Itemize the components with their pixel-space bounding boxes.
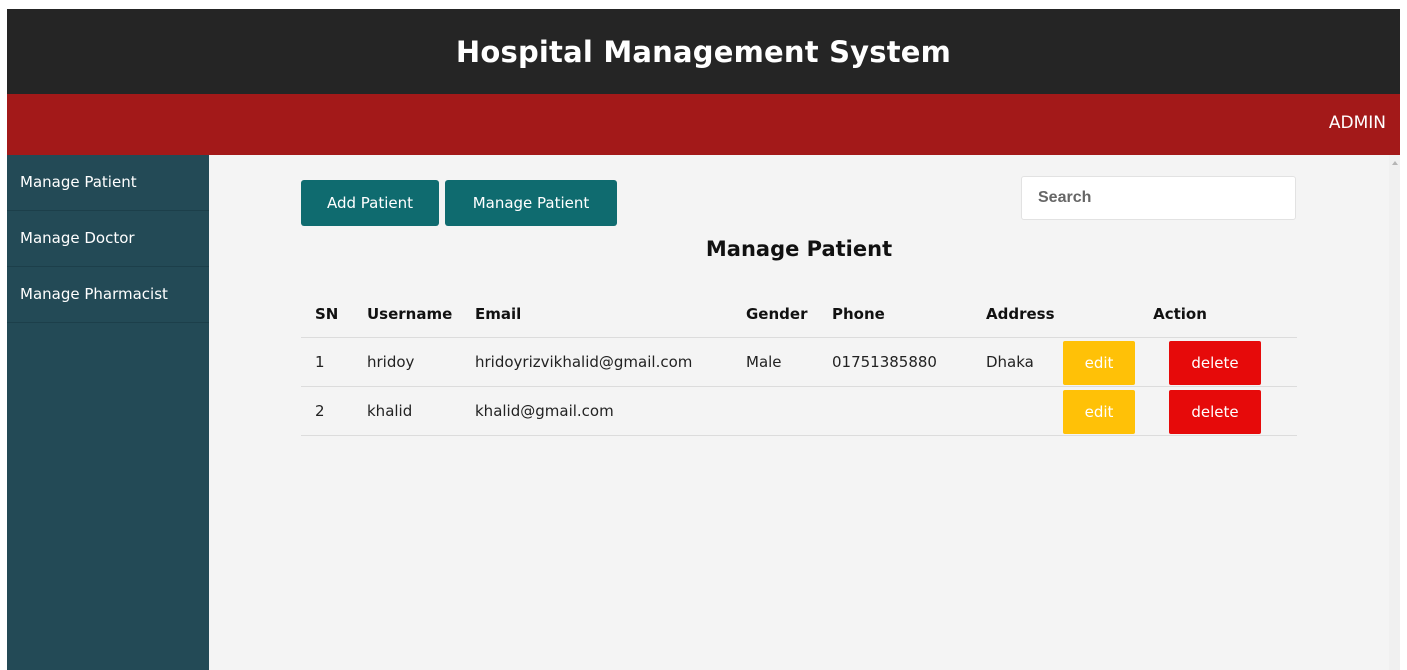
- vertical-scrollbar[interactable]: [1389, 155, 1400, 670]
- table-row: 1 hridoy hridoyrizvikhalid@gmail.com Mal…: [301, 337, 1297, 387]
- patient-table: SN Username Email Gender Phone Address A…: [301, 291, 1297, 436]
- scroll-up-arrow-icon[interactable]: [1392, 161, 1398, 165]
- page-title: Manage Patient: [705, 237, 893, 261]
- cell-address: [972, 386, 1063, 436]
- app-title: Hospital Management System: [455, 34, 952, 69]
- table-header-row: SN Username Email Gender Phone Address A…: [301, 291, 1297, 338]
- column-header-sn: SN: [301, 291, 353, 338]
- delete-button[interactable]: delete: [1169, 341, 1261, 385]
- column-header-address: Address: [972, 291, 1063, 338]
- sidebar-item-manage-doctor[interactable]: Manage Doctor: [7, 211, 209, 267]
- cell-sn: 2: [301, 386, 353, 436]
- cell-address: Dhaka: [972, 337, 1063, 387]
- column-header-username: Username: [353, 291, 461, 338]
- cell-email: hridoyrizvikhalid@gmail.com: [461, 337, 732, 387]
- main-content: Add Patient Manage Patient Manage Patien…: [209, 155, 1389, 670]
- app-window: Hospital Management System ADMIN Manage …: [7, 9, 1400, 670]
- admin-label[interactable]: ADMIN: [1329, 113, 1386, 133]
- column-header-action: Action: [1063, 291, 1297, 338]
- cell-gender: Male: [732, 337, 818, 387]
- cell-phone: 01751385880: [818, 337, 972, 387]
- top-header: Hospital Management System: [7, 9, 1400, 94]
- sidebar-item-manage-patient[interactable]: Manage Patient: [7, 155, 209, 211]
- sub-header: ADMIN: [7, 94, 1400, 155]
- cell-phone: [818, 386, 972, 436]
- sidebar-item-label: Manage Patient: [20, 173, 137, 191]
- sidebar: Manage Patient Manage Doctor Manage Phar…: [7, 155, 209, 670]
- add-patient-button[interactable]: Add Patient: [301, 180, 439, 226]
- cell-gender: [732, 386, 818, 436]
- cell-sn: 1: [301, 337, 353, 387]
- column-header-gender: Gender: [732, 291, 818, 338]
- cell-username: khalid: [353, 386, 461, 436]
- column-header-phone: Phone: [818, 291, 972, 338]
- cell-actions: edit delete: [1063, 337, 1297, 387]
- edit-button[interactable]: edit: [1063, 390, 1135, 434]
- cell-username: hridoy: [353, 337, 461, 387]
- column-header-email: Email: [461, 291, 732, 338]
- sidebar-item-label: Manage Pharmacist: [20, 285, 168, 303]
- delete-button[interactable]: delete: [1169, 390, 1261, 434]
- search-input[interactable]: [1021, 176, 1296, 220]
- sidebar-item-manage-pharmacist[interactable]: Manage Pharmacist: [7, 267, 209, 323]
- edit-button[interactable]: edit: [1063, 341, 1135, 385]
- cell-actions: edit delete: [1063, 386, 1297, 436]
- table-row: 2 khalid khalid@gmail.com edit delete: [301, 386, 1297, 436]
- cell-email: khalid@gmail.com: [461, 386, 732, 436]
- manage-patient-button[interactable]: Manage Patient: [445, 180, 617, 226]
- sidebar-item-label: Manage Doctor: [20, 229, 135, 247]
